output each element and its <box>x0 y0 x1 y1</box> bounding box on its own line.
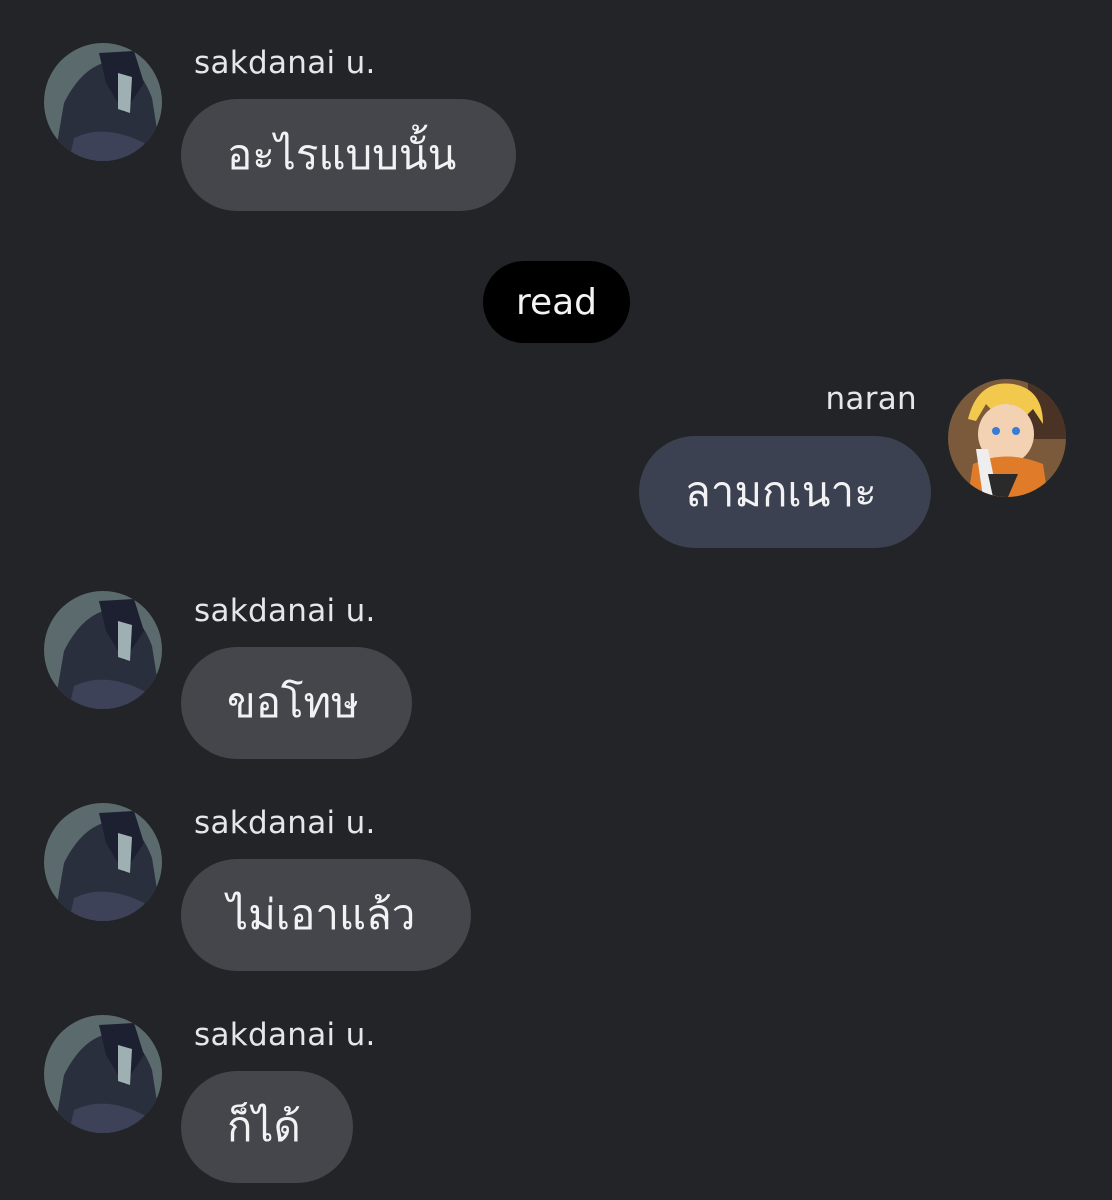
sender-name: naran <box>825 381 917 417</box>
message-text: อะไรแบบนั้น <box>227 130 457 179</box>
sender-name: sakdanai u. <box>194 593 376 629</box>
message-bubble[interactable]: ลามกเนาะ <box>639 436 931 548</box>
message-text: ลามกเนาะ <box>685 467 877 516</box>
recipient-avatar-icon[interactable] <box>948 379 1066 497</box>
message-bubble[interactable]: ก็ได้ <box>181 1071 353 1183</box>
read-receipt-badge: read <box>483 261 630 343</box>
message-text: ขอโทษ <box>227 678 359 727</box>
sender-avatar-icon[interactable] <box>44 803 162 921</box>
message-bubble[interactable]: ไม่เอาแล้ว <box>181 859 471 971</box>
sender-name: sakdanai u. <box>194 805 376 841</box>
read-receipt-label: read <box>515 281 598 323</box>
message-text: ก็ได้ <box>227 1102 301 1151</box>
sender-avatar-icon[interactable] <box>44 1015 162 1133</box>
sender-name: sakdanai u. <box>194 45 376 81</box>
message-bubble[interactable]: อะไรแบบนั้น <box>181 99 516 211</box>
sender-avatar-icon[interactable] <box>44 591 162 709</box>
message-text: ไม่เอาแล้ว <box>227 890 416 939</box>
sender-avatar-icon[interactable] <box>44 43 162 161</box>
message-bubble[interactable]: ขอโทษ <box>181 647 412 759</box>
sender-name: sakdanai u. <box>194 1017 376 1053</box>
chat-thread: sakdanai u. อะไรแบบนั้น read naran ลามกเ… <box>0 0 1112 1200</box>
